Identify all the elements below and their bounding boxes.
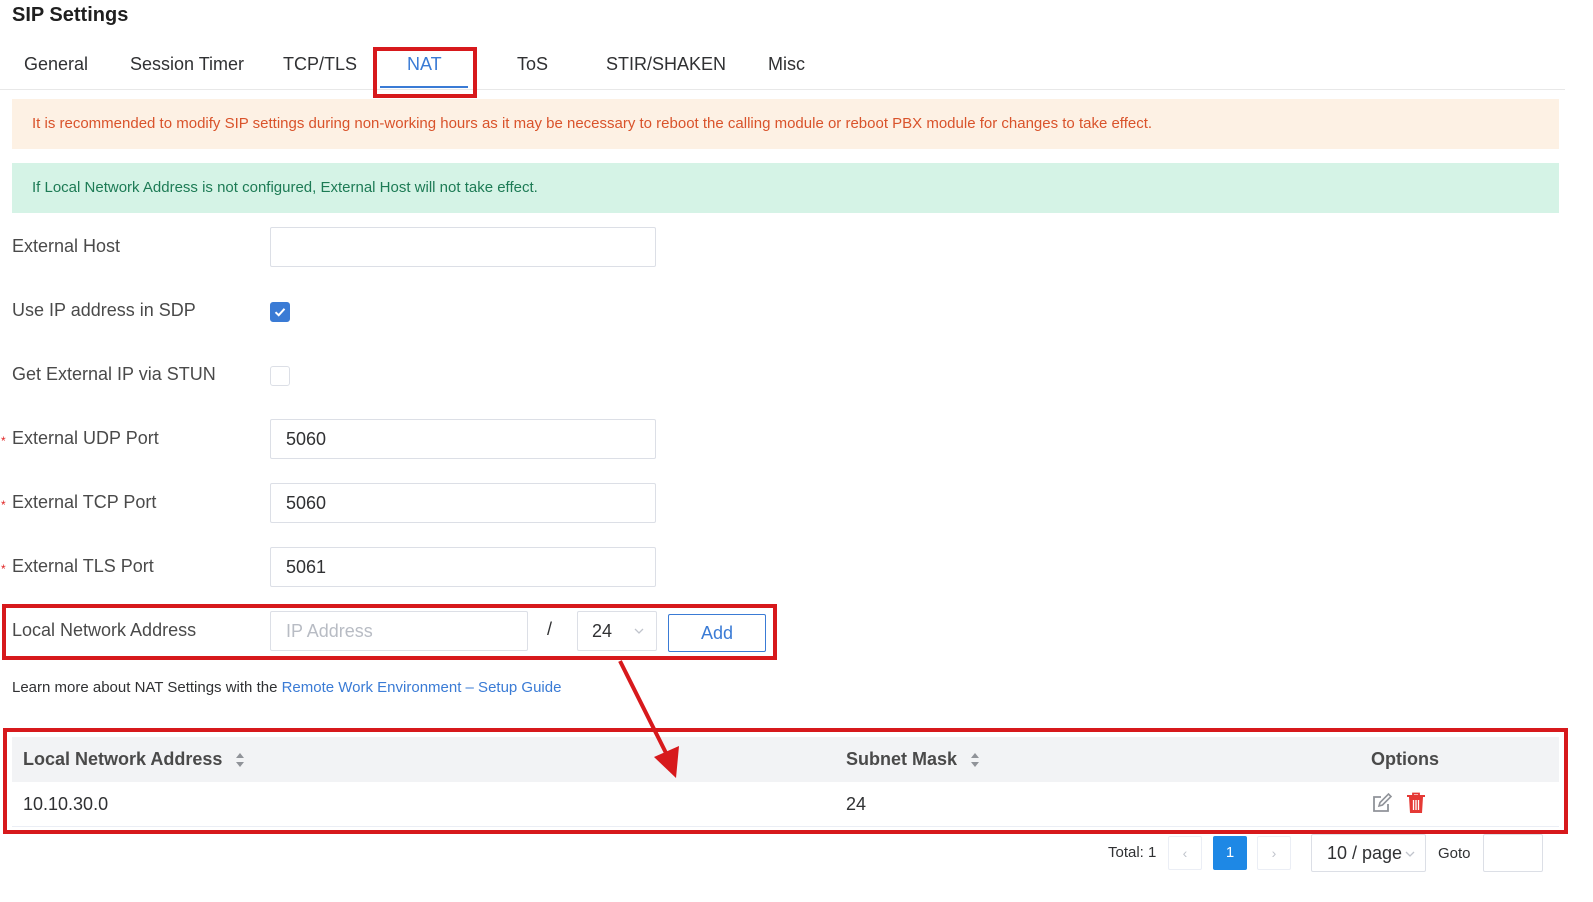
edit-icon[interactable] [1371, 792, 1393, 814]
stun-checkbox[interactable] [270, 366, 290, 386]
next-page-button[interactable]: › [1257, 836, 1291, 870]
active-tab-indicator [380, 86, 468, 88]
tcp-port-label: External TCP Port [12, 492, 157, 512]
tls-port-input[interactable]: 5061 [270, 547, 656, 587]
tab-tos[interactable]: ToS [517, 54, 548, 75]
tab-bar: General Session Timer TCP/TLS NAT ToS ST… [0, 44, 1565, 90]
row-address: 10.10.30.0 [23, 794, 109, 814]
tab-session-timer[interactable]: Session Timer [130, 54, 244, 75]
sort-icon [971, 753, 980, 768]
goto-label: Goto [1438, 845, 1471, 862]
local-network-label: Local Network Address [12, 620, 197, 640]
page-title: SIP Settings [12, 4, 129, 26]
table-header: Local Network Address Subnet Mask Option… [12, 737, 1559, 782]
table-row: 10.10.30.0 24 [12, 782, 1559, 827]
chevron-down-icon [634, 628, 644, 634]
external-host-label: External Host [12, 236, 121, 256]
page-size-select[interactable]: 10 / page [1311, 834, 1426, 872]
goto-input[interactable] [1483, 834, 1543, 872]
info-alert: If Local Network Address is not configur… [12, 163, 1559, 213]
checkmark-icon [274, 308, 286, 317]
total-count: Total: 1 [1108, 844, 1157, 861]
header-address-label: Local Network Address [23, 749, 223, 769]
header-options: Options [1371, 749, 1439, 769]
page-size-value: 10 / page [1327, 843, 1403, 863]
row-mask: 24 [846, 794, 867, 814]
header-mask-label: Subnet Mask [846, 749, 958, 769]
tls-port-label: External TLS Port [12, 556, 154, 576]
page-number-1[interactable]: 1 [1213, 836, 1247, 870]
stun-label: Get External IP via STUN [12, 364, 216, 384]
chevron-down-icon [1405, 851, 1415, 857]
setup-guide-link[interactable]: Remote Work Environment – Setup Guide [282, 679, 562, 696]
warning-alert: It is recommended to modify SIP settings… [12, 99, 1559, 149]
tab-misc[interactable]: Misc [768, 54, 805, 75]
udp-port-input[interactable]: 5060 [270, 419, 656, 459]
tab-general[interactable]: General [24, 54, 88, 75]
tab-tcp-tls[interactable]: TCP/TLS [283, 54, 357, 75]
delete-icon[interactable] [1406, 792, 1426, 814]
tab-stir-shaken[interactable]: STIR/SHAKEN [606, 54, 726, 75]
external-host-input[interactable] [270, 227, 656, 267]
header-mask[interactable]: Subnet Mask [846, 749, 980, 770]
header-address[interactable]: Local Network Address [23, 749, 245, 770]
prev-page-button[interactable]: ‹ [1168, 836, 1202, 870]
sort-icon [236, 753, 245, 768]
required-mark: * [1, 498, 6, 512]
separator-slash: / [547, 619, 553, 639]
tcp-port-input[interactable]: 5060 [270, 483, 656, 523]
subnet-mask-value: 24 [592, 621, 613, 641]
use-ip-sdp-checkbox[interactable] [270, 302, 290, 322]
use-ip-sdp-label: Use IP address in SDP [12, 300, 196, 320]
ip-address-input[interactable]: IP Address [270, 611, 528, 651]
tab-nat[interactable]: NAT [407, 54, 442, 75]
add-button[interactable]: Add [668, 614, 766, 652]
required-mark: * [1, 562, 6, 576]
learn-more-text: Learn more about NAT Settings with the R… [12, 679, 561, 696]
learn-more-prefix: Learn more about NAT Settings with the [12, 679, 282, 696]
required-mark: * [1, 434, 6, 448]
udp-port-label: External UDP Port [12, 428, 159, 448]
subnet-mask-select[interactable]: 24 [577, 611, 657, 651]
